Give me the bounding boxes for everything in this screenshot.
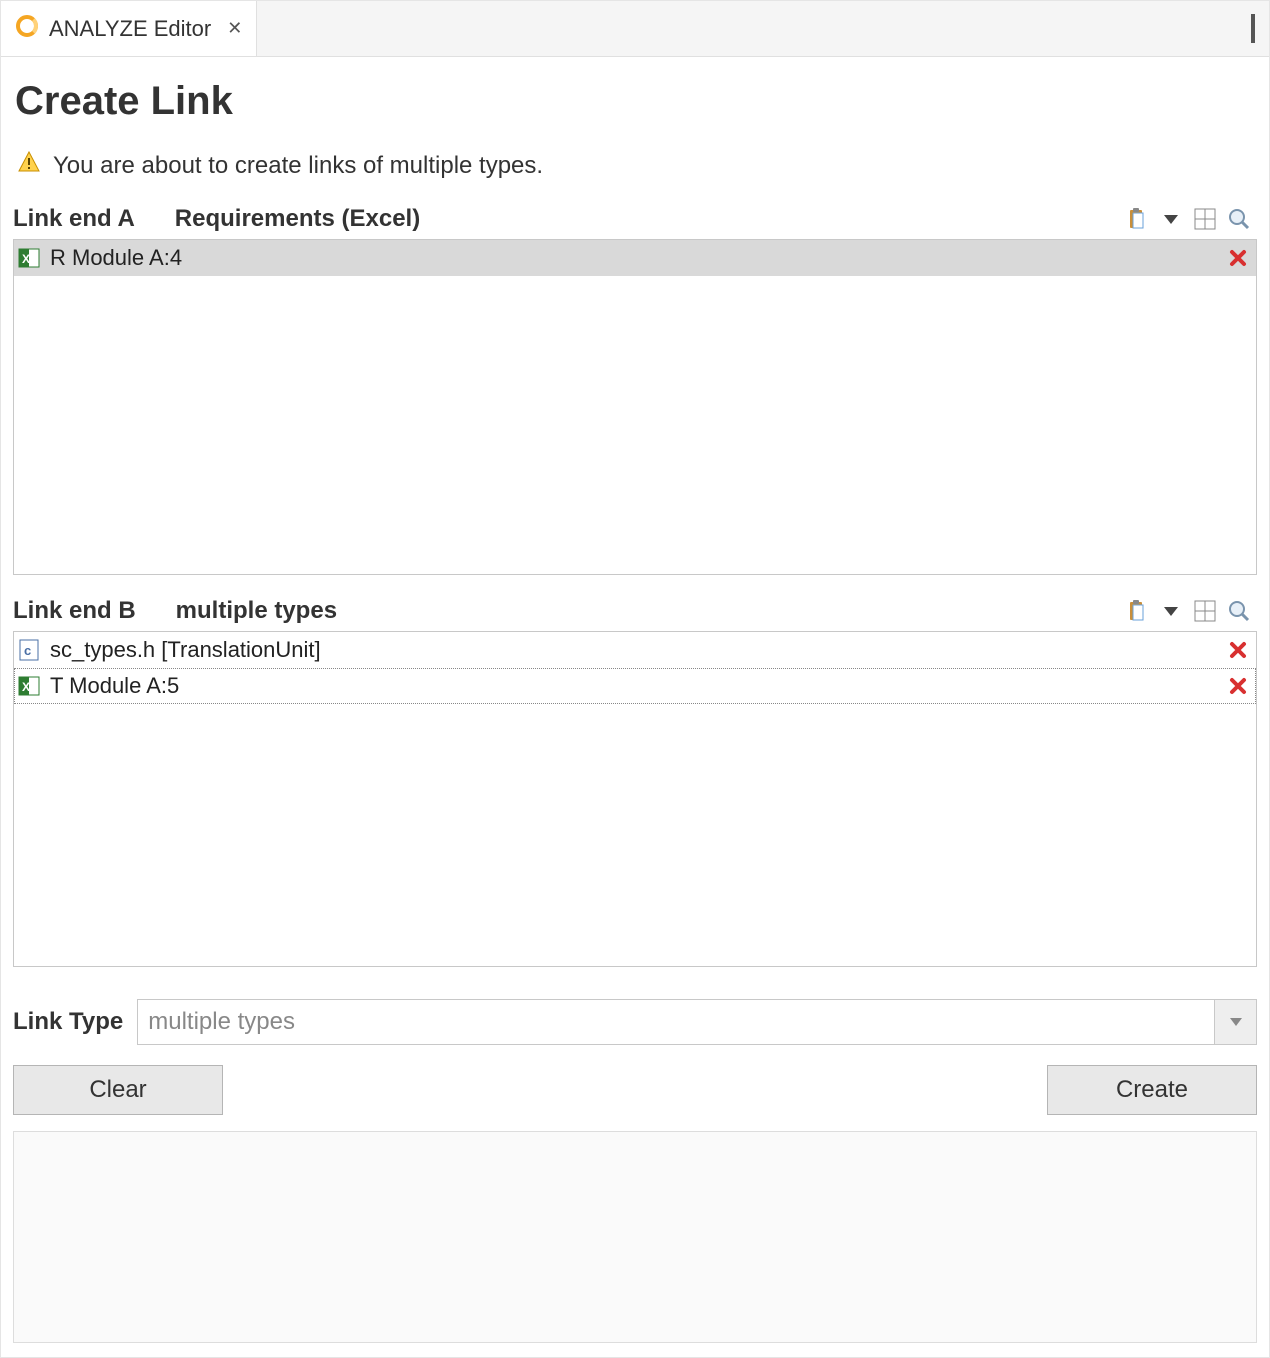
link-end-b-list[interactable]: c sc_types.h [TranslationUnit] X T Module A…	[13, 631, 1257, 967]
list-item-label: T Module A:5	[50, 673, 1218, 699]
link-type-label: Link Type	[13, 1008, 123, 1036]
close-icon[interactable]: ✕	[227, 18, 242, 39]
link-type-value: multiple types	[138, 1008, 1214, 1036]
clear-button[interactable]: Clear	[13, 1065, 223, 1115]
button-row: Clear Create	[13, 1065, 1257, 1115]
link-end-b-label: Link end B	[13, 597, 136, 625]
page-title: Create Link	[15, 79, 1255, 124]
section-b-header: Link end B multiple types	[13, 597, 1257, 625]
create-button[interactable]: Create	[1047, 1065, 1257, 1115]
link-end-a-label: Link end A	[13, 205, 135, 233]
analyze-ring-icon	[15, 14, 39, 44]
lower-grid-area	[13, 1131, 1257, 1343]
paste-icon[interactable]	[1123, 597, 1151, 625]
link-end-a-list[interactable]: X R Module A:4	[13, 239, 1257, 575]
svg-text:c: c	[24, 643, 31, 658]
titlebar: ANALYZE Editor ✕	[1, 1, 1269, 57]
search-icon[interactable]	[1225, 205, 1253, 233]
content-area: Create Link You are about to create link…	[1, 57, 1269, 1357]
editor-tab[interactable]: ANALYZE Editor ✕	[1, 1, 257, 56]
grid-icon[interactable]	[1191, 205, 1219, 233]
link-type-row: Link Type multiple types	[13, 999, 1257, 1045]
section-a-header: Link end A Requirements (Excel)	[13, 205, 1257, 233]
paste-icon[interactable]	[1123, 205, 1151, 233]
link-type-select[interactable]: multiple types	[137, 999, 1257, 1045]
delete-icon[interactable]	[1226, 674, 1250, 698]
svg-text:X: X	[22, 680, 30, 694]
svg-text:X: X	[22, 252, 30, 266]
grid-icon[interactable]	[1191, 597, 1219, 625]
maximize-icon[interactable]	[1251, 16, 1255, 42]
list-item[interactable]: X T Module A:5	[14, 668, 1256, 704]
chevron-down-icon[interactable]	[1214, 1000, 1256, 1044]
delete-icon[interactable]	[1226, 638, 1250, 662]
link-end-b-type: multiple types	[176, 597, 337, 625]
link-end-a-type: Requirements (Excel)	[175, 205, 420, 233]
warning-text: You are about to create links of multipl…	[53, 152, 543, 180]
list-item-label: R Module A:4	[50, 245, 1218, 271]
window-controls	[1241, 1, 1269, 56]
paste-dropdown-icon[interactable]	[1157, 205, 1185, 233]
delete-icon[interactable]	[1226, 246, 1250, 270]
tab-title: ANALYZE Editor	[49, 16, 211, 42]
paste-dropdown-icon[interactable]	[1157, 597, 1185, 625]
warning-icon	[17, 150, 41, 181]
search-icon[interactable]	[1225, 597, 1253, 625]
excel-icon: X	[16, 245, 42, 271]
list-item-label: sc_types.h [TranslationUnit]	[50, 637, 1218, 663]
list-item[interactable]: X R Module A:4	[14, 240, 1256, 276]
warning-message: You are about to create links of multipl…	[17, 150, 1253, 181]
c-file-icon: c	[16, 637, 42, 663]
excel-icon: X	[16, 673, 42, 699]
list-item[interactable]: c sc_types.h [TranslationUnit]	[14, 632, 1256, 668]
